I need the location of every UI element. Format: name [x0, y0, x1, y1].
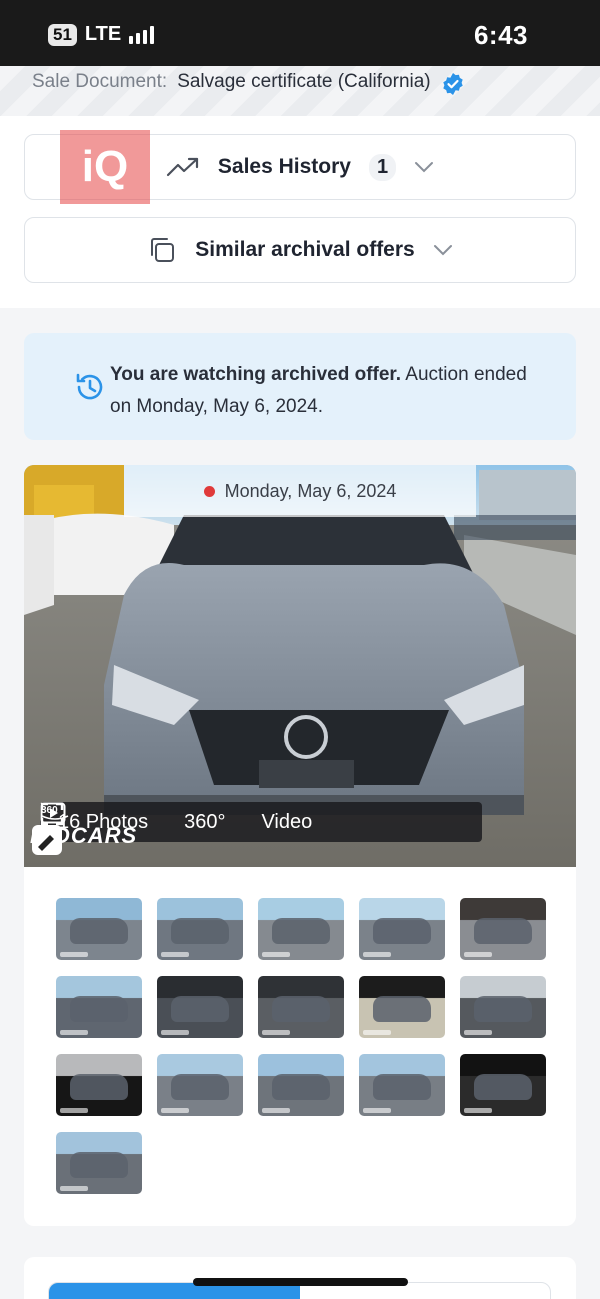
photo-thumbnail[interactable] — [460, 976, 546, 1038]
notice-bold-text: You are watching archived offer. — [110, 364, 402, 385]
thumbnail-watermark — [363, 1030, 391, 1035]
thumbnail-watermark — [464, 1030, 492, 1035]
photo-thumbnail[interactable] — [56, 1054, 142, 1116]
network-type: LTE — [84, 23, 122, 45]
thumbnail-watermark — [464, 952, 492, 957]
sales-history-count: 1 — [368, 153, 397, 181]
chevron-down-icon — [433, 245, 452, 256]
video-label: Video — [261, 810, 313, 833]
thumbnail-watermark — [60, 952, 88, 957]
thumbnail-car-shape — [70, 996, 128, 1022]
photo-thumbnail[interactable] — [359, 898, 445, 960]
home-indicator[interactable] — [193, 1278, 408, 1286]
photo-thumbnail[interactable] — [460, 898, 546, 960]
thumbnail-watermark — [363, 1108, 391, 1113]
thumbnail-watermark — [363, 952, 391, 957]
auction-date-pill: Monday, May 6, 2024 — [124, 465, 476, 517]
thumbnail-car-shape — [70, 1152, 128, 1178]
thumbnail-car-shape — [70, 918, 128, 944]
gallery-card: Monday, May 6, 2024 16 Photos 360 360° V… — [24, 465, 576, 1226]
thumbnail-grid — [56, 898, 546, 1194]
photo-thumbnail[interactable] — [258, 898, 344, 960]
thumbnail-car-shape — [171, 1074, 229, 1100]
signal-icon — [129, 25, 155, 44]
thumbnail-watermark — [60, 1108, 88, 1113]
video-button[interactable]: Video — [40, 802, 330, 834]
status-bar: 51 LTE 6:43 — [0, 0, 600, 66]
thumbnail-car-shape — [373, 996, 431, 1022]
thumbnail-watermark — [161, 952, 189, 957]
history-icon — [76, 373, 103, 400]
chevron-down-icon — [415, 162, 434, 173]
archived-notice: You are watching archived offer. Auction… — [24, 333, 576, 440]
photo-thumbnail[interactable] — [460, 1054, 546, 1116]
photo-thumbnail[interactable] — [258, 976, 344, 1038]
photo-thumbnail[interactable] — [157, 898, 243, 960]
photo-thumbnail[interactable] — [258, 1054, 344, 1116]
thumbnail-car-shape — [272, 996, 330, 1022]
photo-thumbnail[interactable] — [56, 1132, 142, 1194]
view-360-button[interactable]: 360 360° — [41, 805, 243, 834]
thumbnail-watermark — [161, 1108, 189, 1113]
thumbnail-car-shape — [70, 1074, 128, 1100]
photo-thumbnail[interactable] — [359, 976, 445, 1038]
thumbnail-car-shape — [272, 1074, 330, 1100]
live-dot — [203, 485, 215, 497]
thumbnail-car-shape — [171, 996, 229, 1022]
copy-icon — [151, 238, 175, 262]
thumbnail-watermark — [161, 1030, 189, 1035]
thumbnail-watermark — [262, 1030, 290, 1035]
thumbnail-watermark — [262, 1108, 290, 1113]
main-vehicle-photo[interactable]: Monday, May 6, 2024 16 Photos 360 360° V… — [24, 465, 576, 867]
play-icon — [40, 802, 66, 824]
sales-history-label: Sales History — [217, 155, 351, 178]
thumbnail-car-shape — [373, 1074, 431, 1100]
iq-watermark-logo: iQ — [60, 130, 150, 204]
sale-document-row: Sale Document: Salvage certificate (Cali… — [0, 66, 600, 116]
thumbnail-car-shape — [474, 996, 532, 1022]
thumbnail-car-shape — [373, 918, 431, 944]
sale-document-label: Sale Document: — [32, 71, 168, 92]
bidcars-logo-icon — [32, 825, 62, 855]
photo-thumbnail[interactable] — [359, 1054, 445, 1116]
similar-offers-accordion[interactable]: Similar archival offers — [24, 217, 576, 283]
thumbnail-watermark — [464, 1108, 492, 1113]
view-360-label: 360° — [184, 810, 226, 833]
thumbnail-watermark — [60, 1186, 88, 1191]
bidcars-watermark: BIDCARS — [30, 823, 137, 855]
thumbnail-car-shape — [171, 918, 229, 944]
thumbnail-car-shape — [272, 918, 330, 944]
status-left: 51 LTE — [48, 23, 155, 46]
photo-thumbnail[interactable] — [157, 1054, 243, 1116]
photo-thumbnail[interactable] — [56, 898, 142, 960]
thumbnail-watermark — [60, 1030, 88, 1035]
thumbnail-car-shape — [474, 1074, 532, 1100]
clock: 6:43 — [473, 20, 528, 50]
thumbnail-car-shape — [474, 918, 532, 944]
similar-offers-label: Similar archival offers — [195, 238, 415, 261]
thumbnail-watermark — [262, 952, 290, 957]
verified-icon — [442, 73, 463, 95]
photo-thumbnail[interactable] — [56, 976, 142, 1038]
photo-thumbnail[interactable] — [157, 976, 243, 1038]
cellular-badge: 51 — [48, 23, 77, 46]
sale-document-value: Salvage certificate (California) — [177, 71, 431, 92]
trending-up-icon — [166, 157, 198, 177]
auction-date: Monday, May 6, 2024 — [224, 480, 397, 501]
